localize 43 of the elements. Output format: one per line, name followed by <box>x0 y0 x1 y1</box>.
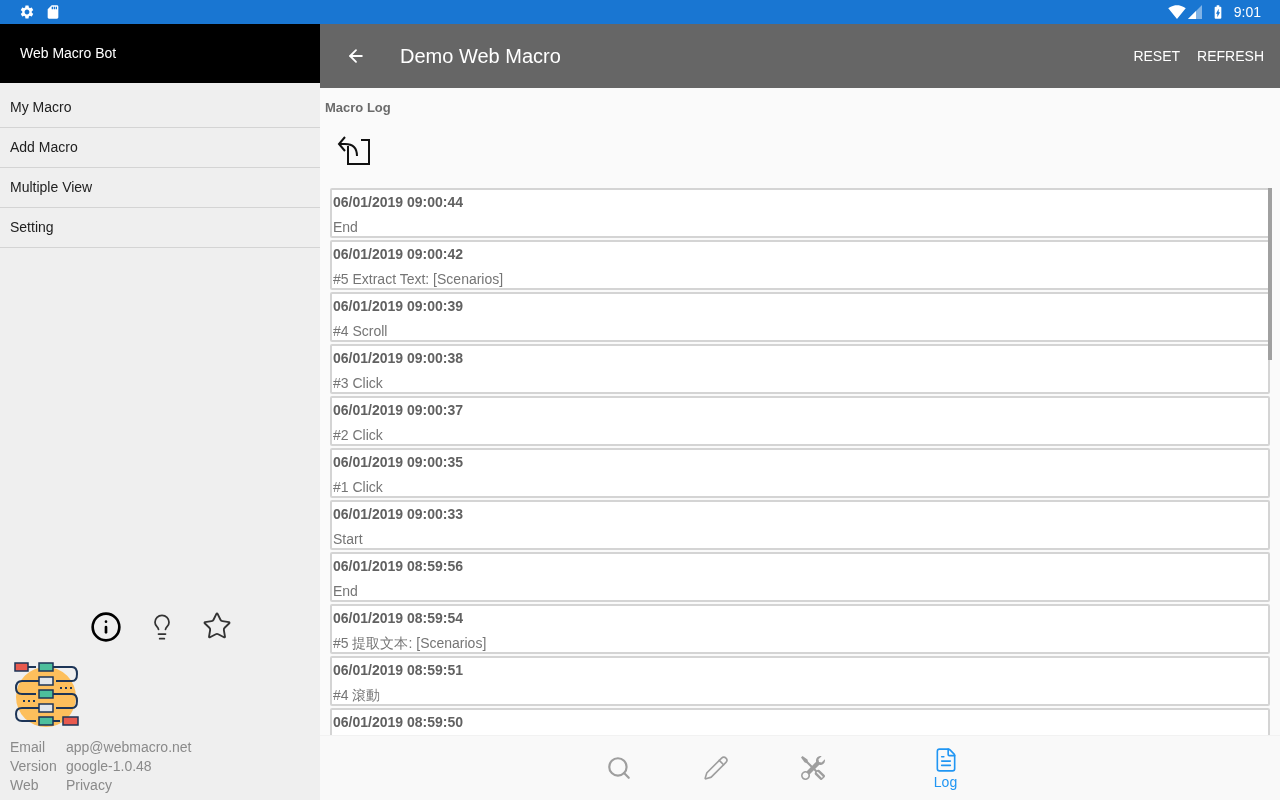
log-message: #3 Click <box>333 374 384 393</box>
sd-card-icon <box>45 4 61 20</box>
clock-time: 9:01 <box>1233 2 1261 22</box>
log-message: End <box>333 582 359 601</box>
info-value: app@webmacro.net <box>66 738 192 757</box>
section-heading: Macro Log <box>325 100 391 115</box>
log-timestamp: 06/01/2019 09:00:39 <box>333 297 464 316</box>
info-label: Version <box>10 757 58 776</box>
toolbar-action-button[interactable]: REFRESH <box>1197 45 1264 67</box>
log-message: End <box>333 218 359 237</box>
log-message: #4 滾動 <box>333 686 382 705</box>
wifi-icon <box>1167 3 1186 21</box>
toolbar-title: Demo Web Macro <box>400 44 561 69</box>
log-message: #4 Scroll <box>333 322 389 341</box>
log-timestamp: 06/01/2019 09:00:35 <box>333 453 464 472</box>
info-icon[interactable] <box>89 611 122 643</box>
app-title: Web Macro Bot <box>20 44 117 63</box>
log-message: Start <box>333 530 364 549</box>
log-timestamp: 06/01/2019 08:59:56 <box>333 557 464 576</box>
settings-icon <box>19 4 35 20</box>
info-label: Web <box>10 776 40 795</box>
star-icon[interactable] <box>201 611 232 641</box>
log-timestamp: 06/01/2019 08:59:51 <box>333 661 464 680</box>
return-icon[interactable] <box>337 134 371 166</box>
log-timestamp: 06/01/2019 09:00:42 <box>333 245 464 264</box>
log-timestamp: 06/01/2019 08:59:54 <box>333 609 464 628</box>
info-value: google-1.0.48 <box>66 757 152 776</box>
log-message: #5 提取文本: [Scenarios] <box>333 634 488 653</box>
log-timestamp: 06/01/2019 09:00:37 <box>333 401 464 420</box>
search-icon <box>605 755 632 781</box>
pencil-icon <box>702 755 729 781</box>
log-timestamp: 06/01/2019 09:00:44 <box>333 193 464 212</box>
log-message: #5 Extract Text: [Scenarios] <box>333 270 505 289</box>
log-message: #1 Click <box>333 478 384 497</box>
tools-icon <box>800 756 825 780</box>
flowchart-logo <box>14 662 80 728</box>
toolbar-action-button[interactable]: RESET <box>1133 45 1181 67</box>
log-timestamp: 06/01/2019 09:00:38 <box>333 349 464 368</box>
signal-icon <box>1187 5 1202 19</box>
log-timestamp: 06/01/2019 08:59:50 <box>333 713 464 732</box>
info-label: Email <box>10 738 46 757</box>
log-message: #2 Click <box>333 426 384 445</box>
log-timestamp: 06/01/2019 09:00:33 <box>333 505 464 524</box>
